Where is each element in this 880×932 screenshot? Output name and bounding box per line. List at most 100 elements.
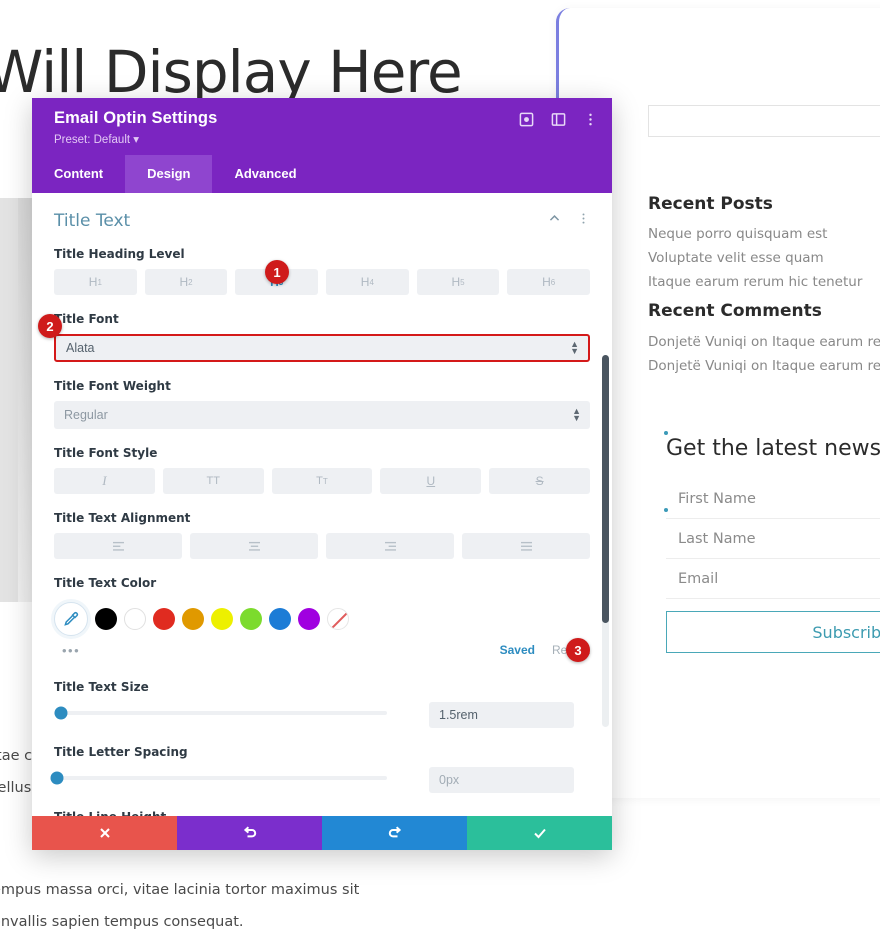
recent-comments-title: Recent Comments	[648, 301, 822, 321]
recent-post-item[interactable]: Neque porro quisquam est	[648, 226, 827, 242]
chevron-up-icon[interactable]	[548, 212, 561, 230]
heading-level-h1[interactable]: H1	[54, 269, 137, 295]
check-icon	[532, 825, 548, 841]
layout-icon[interactable]	[551, 112, 566, 127]
redo-icon	[387, 825, 403, 841]
heading-level-h6[interactable]: H6	[507, 269, 590, 295]
field-label: Title Font Weight	[54, 379, 590, 393]
title-letter-spacing-field: Title Letter Spacing 0px	[54, 745, 590, 793]
color-swatch-purple[interactable]	[298, 608, 320, 630]
align-right-icon[interactable]	[326, 533, 454, 559]
search-input[interactable]	[648, 105, 880, 137]
title-font-weight-select[interactable]: Regular ▲▼	[54, 401, 590, 429]
title-letter-spacing-input[interactable]: 0px	[429, 767, 574, 793]
recent-post-item[interactable]: Voluptate velit esse quam	[648, 250, 824, 266]
optin-first-name-input[interactable]: First Name	[666, 479, 880, 519]
modal-header: Email Optin Settings Preset: Default ▾	[32, 98, 612, 155]
title-line-height-field: Title Line Height 1.7em	[54, 810, 590, 816]
modal-title: Email Optin Settings	[54, 109, 598, 128]
modal-tabs: Content Design Advanced	[32, 155, 612, 193]
panel-scrollbar-thumb[interactable]	[602, 355, 609, 623]
modal-header-icons	[519, 112, 598, 127]
undo-button[interactable]	[177, 816, 322, 850]
font-style-italic[interactable]: I	[54, 468, 155, 494]
annotation-badge-3: 3	[566, 638, 590, 662]
annotation-badge-2: 2	[38, 314, 62, 338]
saved-colors-tab[interactable]: Saved	[500, 643, 535, 657]
field-label: Title Font	[54, 312, 590, 326]
title-font-select[interactable]: Alata ▲▼	[54, 334, 590, 362]
background-body-line: onvallis sapien tempus consequat.	[0, 914, 244, 930]
title-font-weight-value: Regular	[64, 408, 108, 422]
modal-preset-label: Preset: Default	[54, 134, 130, 146]
title-text-size-input[interactable]: 1.5rem	[429, 702, 574, 728]
discard-button[interactable]	[32, 816, 177, 850]
recent-posts-title: Recent Posts	[648, 194, 773, 214]
modal-preset-selector[interactable]: Preset: Default ▾	[54, 132, 598, 146]
section-title: Title Text	[54, 211, 130, 231]
color-swatch-red[interactable]	[153, 608, 175, 630]
font-style-smallcaps[interactable]: TT	[272, 468, 373, 494]
optin-marker-dot-2	[664, 508, 668, 512]
field-label: Title Font Style	[54, 446, 590, 460]
more-vertical-icon[interactable]	[577, 212, 590, 230]
align-justify-icon[interactable]	[462, 533, 590, 559]
title-text-size-field: Title Text Size 1.5rem	[54, 680, 590, 728]
optin-email-input[interactable]: Email	[666, 559, 880, 599]
chevron-down-icon: ▾	[133, 134, 139, 146]
color-swatch-blue[interactable]	[269, 608, 291, 630]
recent-post-item[interactable]: Itaque earum rerum hic tenetur	[648, 274, 862, 290]
color-swatch-none[interactable]	[327, 608, 349, 630]
color-more-options-button[interactable]: •••	[62, 643, 80, 658]
background-body-line: sellus	[0, 780, 31, 796]
color-swatch-orange[interactable]	[182, 608, 204, 630]
undo-icon	[242, 825, 258, 841]
annotation-badge-1: 1	[265, 260, 289, 284]
tab-design[interactable]: Design	[125, 155, 212, 193]
tab-advanced[interactable]: Advanced	[212, 155, 318, 193]
target-icon[interactable]	[519, 112, 534, 127]
title-heading-level-field: Title Heading Level H1 H2 H3 H4 H5 H6	[54, 247, 590, 295]
color-swatch-yellow[interactable]	[211, 608, 233, 630]
eyedropper-icon[interactable]	[54, 602, 88, 636]
slider-thumb[interactable]	[54, 707, 67, 720]
background-body-line: empus massa orci, vitae lacinia tortor m…	[0, 882, 359, 898]
heading-level-h5[interactable]: H5	[417, 269, 500, 295]
color-swatch-white[interactable]	[124, 608, 146, 630]
heading-level-h4[interactable]: H4	[326, 269, 409, 295]
field-label: Title Text Alignment	[54, 511, 590, 525]
title-letter-spacing-slider[interactable]	[54, 767, 387, 780]
title-text-section-header: Title Text	[54, 211, 590, 231]
optin-subscribe-button[interactable]: Subscribe	[666, 611, 880, 653]
heading-level-h2[interactable]: H2	[145, 269, 228, 295]
modal-footer	[32, 816, 612, 850]
font-style-strikethrough[interactable]: S	[489, 468, 590, 494]
title-font-weight-field: Title Font Weight Regular ▲▼	[54, 379, 590, 429]
redo-button[interactable]	[322, 816, 467, 850]
recent-comment-item[interactable]: Donjetë Vuniqi on Itaque earum rerum hic…	[648, 334, 880, 350]
select-arrows-icon: ▲▼	[570, 341, 579, 355]
settings-panel-body: Title Text Title Heading Level H1	[32, 193, 612, 816]
field-label: Title Letter Spacing	[54, 745, 590, 759]
color-swatch-green[interactable]	[240, 608, 262, 630]
select-arrows-icon: ▲▼	[572, 408, 581, 422]
email-optin-settings-modal: Email Optin Settings Preset: Default ▾ C…	[32, 98, 612, 850]
optin-form-preview: Get the latest news! First Name Last Nam…	[648, 436, 880, 653]
more-vertical-icon[interactable]	[583, 112, 598, 127]
font-style-underline[interactable]: U	[380, 468, 481, 494]
title-text-alignment-field: Title Text Alignment	[54, 511, 590, 559]
field-label: Title Text Size	[54, 680, 590, 694]
save-button[interactable]	[467, 816, 612, 850]
font-style-uppercase[interactable]: TT	[163, 468, 264, 494]
color-swatch-black[interactable]	[95, 608, 117, 630]
align-left-icon[interactable]	[54, 533, 182, 559]
align-center-icon[interactable]	[190, 533, 318, 559]
tab-content[interactable]: Content	[32, 155, 125, 193]
recent-comment-item[interactable]: Donjetë Vuniqi on Itaque earum rerum hic…	[648, 358, 880, 374]
optin-heading-text: Get the latest news!	[666, 436, 880, 461]
optin-last-name-input[interactable]: Last Name	[666, 519, 880, 559]
title-font-field: Title Font Alata ▲▼	[54, 312, 590, 362]
slider-thumb[interactable]	[51, 772, 64, 785]
title-text-size-slider[interactable]	[54, 702, 387, 715]
optin-marker-dot	[664, 431, 668, 435]
